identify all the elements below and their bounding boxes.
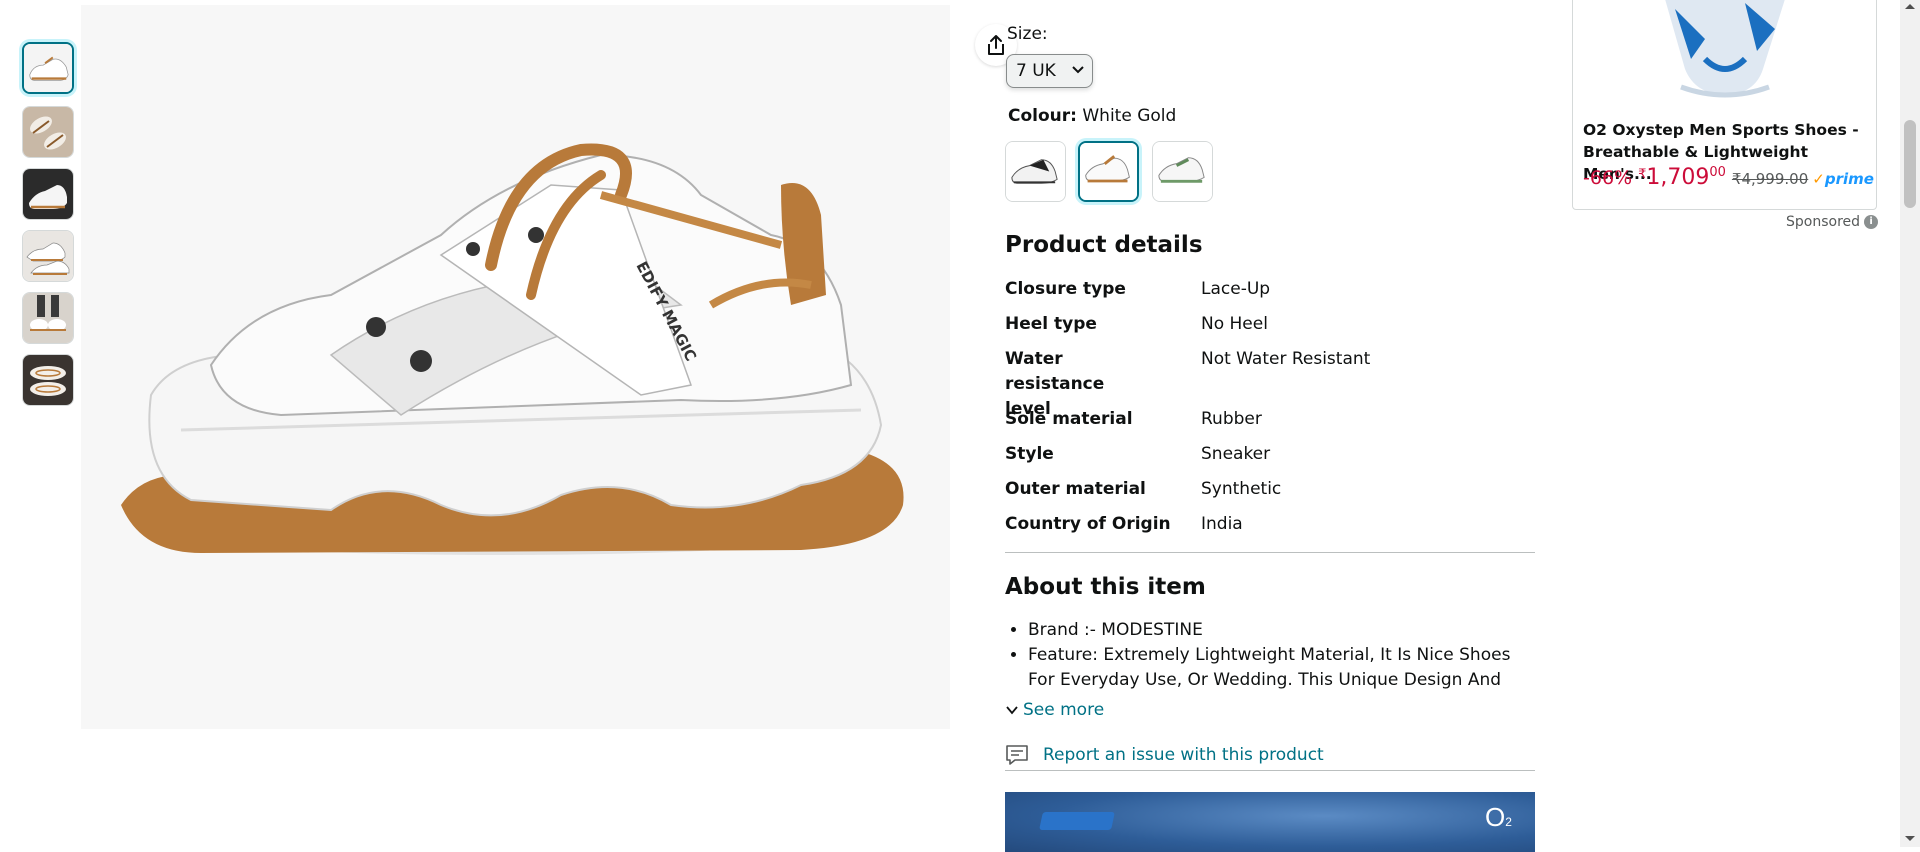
- detail-value: Sneaker: [1201, 444, 1271, 464]
- thumbnail-2[interactable]: [22, 106, 74, 158]
- detail-value: Rubber: [1201, 409, 1262, 429]
- banner-shape: [1039, 812, 1115, 830]
- sponsored-product-image: [1665, 0, 1785, 98]
- colour-row: Colour: White Gold: [1008, 106, 1176, 126]
- price-fraction: 00: [1709, 165, 1726, 180]
- sponsored-product-card[interactable]: O2 Oxystep Men Sports Shoes - Breathable…: [1572, 0, 1877, 210]
- banner-logo-letter: O: [1485, 802, 1506, 832]
- scroll-down-arrow[interactable]: [1905, 836, 1915, 841]
- brand-banner-ad[interactable]: O2: [1005, 792, 1535, 852]
- report-issue-label: Report an issue with this product: [1043, 745, 1324, 765]
- sponsored-text: Sponsored: [1786, 214, 1861, 230]
- see-more-link[interactable]: See more: [1005, 700, 1104, 720]
- size-selected-value: 7 UK: [1016, 61, 1056, 81]
- list-item: Feature: Extremely Lightweight Material,…: [1028, 643, 1535, 694]
- colour-swatch-white-gold[interactable]: [1078, 141, 1139, 202]
- scroll-up-arrow[interactable]: [1905, 4, 1915, 9]
- section-divider: [1005, 552, 1535, 553]
- see-more-label: See more: [1023, 700, 1105, 720]
- sponsored-price-row: -66% ₹ 1,709 00 ₹4,999.00 ✓prime: [1583, 165, 1878, 191]
- detail-key: Closure type: [1005, 279, 1126, 299]
- thumbnail-1[interactable]: [22, 42, 74, 94]
- about-this-item-heading: About this item: [1005, 574, 1206, 600]
- about-item-list: Brand :- MODESTINE Feature: Extremely Li…: [1005, 618, 1535, 694]
- size-dropdown[interactable]: 7 UK: [1006, 54, 1093, 88]
- thumbnail-3[interactable]: [22, 168, 74, 220]
- sponsored-label[interactable]: Sponsored i: [1786, 214, 1879, 230]
- share-icon: [988, 35, 1004, 55]
- thumbnail-6[interactable]: [22, 354, 74, 406]
- detail-key: Outer material: [1005, 479, 1146, 499]
- colour-value: White Gold: [1082, 106, 1177, 126]
- colour-label: Colour:: [1008, 106, 1077, 126]
- prime-badge: ✓prime: [1812, 170, 1874, 188]
- list-item: Brand :- MODESTINE: [1028, 618, 1535, 643]
- detail-value: Not Water Resistant: [1201, 349, 1371, 369]
- chevron-down-icon: [1006, 706, 1018, 715]
- chevron-down-icon: [1072, 66, 1084, 74]
- thumbnail-5[interactable]: [22, 292, 74, 344]
- product-details-heading: Product details: [1005, 232, 1203, 258]
- detail-value: Lace-Up: [1201, 279, 1271, 299]
- section-divider: [1005, 770, 1535, 771]
- detail-key: Sole material: [1005, 409, 1133, 429]
- info-icon[interactable]: i: [1864, 215, 1879, 229]
- prime-label: prime: [1824, 170, 1874, 188]
- detail-key: Style: [1005, 444, 1054, 464]
- mrp-price: ₹4,999.00: [1731, 170, 1809, 188]
- scrollbar-thumb[interactable]: [1904, 120, 1916, 208]
- thumbnail-4[interactable]: [22, 230, 74, 282]
- price-whole: 1,709: [1646, 165, 1710, 190]
- page-scrollbar[interactable]: [1900, 0, 1920, 847]
- currency-symbol: ₹: [1638, 167, 1647, 182]
- prime-check-icon: ✓: [1812, 170, 1825, 188]
- colour-swatch-white-green[interactable]: [1152, 141, 1213, 202]
- detail-value: Synthetic: [1201, 479, 1282, 499]
- comment-flag-icon: [1006, 745, 1028, 765]
- report-issue-link[interactable]: Report an issue with this product: [1005, 744, 1324, 766]
- sneaker-illustration: EDIFY MAGIC: [121, 143, 904, 555]
- detail-value: India: [1201, 514, 1243, 534]
- size-label: Size:: [1007, 24, 1048, 44]
- main-product-image[interactable]: EDIFY MAGIC: [81, 5, 1017, 729]
- detail-key: Country of Origin: [1005, 514, 1171, 534]
- banner-logo-sub: 2: [1505, 815, 1512, 829]
- detail-value: No Heel: [1201, 314, 1268, 334]
- detail-key: Heel type: [1005, 314, 1097, 334]
- colour-swatch-black-white[interactable]: [1005, 141, 1066, 202]
- discount-badge: -66%: [1583, 167, 1633, 189]
- banner-logo: O2: [1485, 802, 1512, 833]
